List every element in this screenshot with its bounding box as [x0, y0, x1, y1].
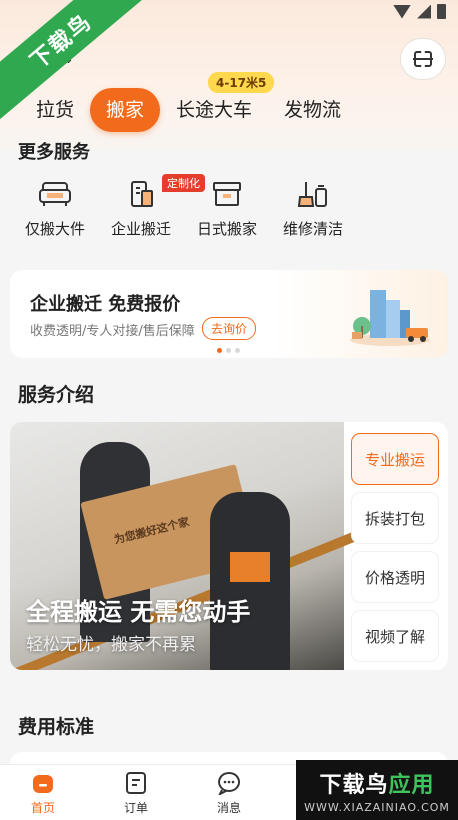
carousel-dot[interactable] — [226, 348, 231, 353]
building-illustration — [348, 282, 432, 346]
sofa-icon — [37, 178, 73, 210]
nav-home[interactable]: 首页 — [13, 771, 73, 816]
cleaning-icon — [295, 178, 331, 210]
intro-headline: 全程搬运 无需您动手 — [26, 598, 251, 626]
message-icon — [216, 771, 242, 795]
box-icon — [209, 178, 245, 210]
tab-wuliu[interactable]: 发物流 — [284, 88, 341, 132]
carousel-dots — [217, 348, 240, 353]
intro-tab-packing[interactable]: 拆装打包 — [352, 493, 438, 543]
intro-tabs: 专业搬运 拆装打包 价格透明 视频了解 — [352, 434, 440, 670]
box-print: 为您搬好这个家 — [112, 515, 191, 547]
status-bar — [393, 4, 446, 19]
wifi-icon — [393, 4, 411, 19]
service-intro-card: 为您搬好这个家 全程搬运 无需您动手 轻松无忧，搬家不再累 专业搬运 拆装打包 … — [10, 422, 448, 670]
service-label: 日式搬家 — [196, 220, 257, 238]
nav-messages[interactable]: 消息 — [199, 771, 259, 816]
home-icon — [30, 771, 56, 795]
signal-icon — [417, 4, 431, 19]
intro-tab-professional[interactable]: 专业搬运 — [352, 434, 438, 484]
nav-orders[interactable]: 订单 — [106, 771, 166, 816]
carousel-dot[interactable] — [235, 348, 240, 353]
order-icon — [123, 771, 149, 795]
intro-subline: 轻松无忧，搬家不再累 — [26, 635, 196, 655]
battery-icon — [437, 4, 446, 19]
nav-label: 订单 — [123, 801, 148, 815]
carousel-dot[interactable] — [217, 348, 222, 353]
fee-title: 费用标准 — [18, 716, 95, 738]
watermark-url: WWW.XIAZAINIAO.COM — [304, 800, 450, 814]
service-label: 企业搬迁 — [110, 220, 171, 238]
service-japanese-move[interactable]: 日式搬家 — [182, 178, 272, 239]
tab-lahuo[interactable]: 拉货 — [36, 88, 74, 132]
watermark-brand-text: 下载鸟应用 — [319, 767, 434, 799]
service-cleaning[interactable]: 维修清洁 — [268, 178, 358, 239]
services-row: 仅搬大件 企业搬迁 日式搬家 维修清洁 — [0, 178, 458, 248]
tab-banjia[interactable]: 搬家 — [90, 88, 161, 132]
intro-tab-video[interactable]: 视频了解 — [352, 611, 438, 661]
service-company-move[interactable]: 企业搬迁 — [96, 178, 186, 239]
inquire-button[interactable]: 去询价 — [202, 317, 257, 340]
service-label: 仅搬大件 — [24, 220, 85, 238]
promo-title: 企业搬迁 免费报价 — [30, 294, 181, 315]
building-icon — [123, 178, 159, 210]
watermark-brand-main: 下载鸟 — [319, 772, 389, 798]
scan-button[interactable] — [400, 38, 446, 80]
scan-icon — [413, 51, 433, 67]
promo-subtitle: 收费透明/专人对接/售后保障 — [30, 324, 195, 339]
promo-card[interactable]: 企业搬迁 免费报价 收费透明/专人对接/售后保障 去询价 — [10, 270, 448, 358]
movers-photo: 为您搬好这个家 全程搬运 无需您动手 轻松无忧，搬家不再累 — [10, 422, 359, 670]
tab-badge: 4-17米5 — [208, 72, 275, 93]
nav-label: 消息 — [216, 801, 241, 815]
service-label: 维修清洁 — [282, 220, 343, 238]
uniform-patch — [230, 552, 270, 582]
more-services-title: 更多服务 — [18, 142, 90, 160]
service-intro-title: 服务介绍 — [18, 384, 95, 406]
mover-figure — [210, 492, 290, 670]
intro-tab-pricing[interactable]: 价格透明 — [352, 552, 438, 602]
service-large-items[interactable]: 仅搬大件 — [10, 178, 100, 239]
watermark-brand: 下载鸟应用 WWW.XIAZAINIAO.COM — [296, 760, 458, 820]
tab-changtu[interactable]: 长途大车 — [176, 88, 252, 132]
nav-label: 首页 — [30, 801, 55, 815]
top-tabs: 拉货 搬家 长途大车 发物流 4-17米5 — [0, 72, 458, 136]
watermark-brand-suffix: 应用 — [388, 772, 435, 798]
